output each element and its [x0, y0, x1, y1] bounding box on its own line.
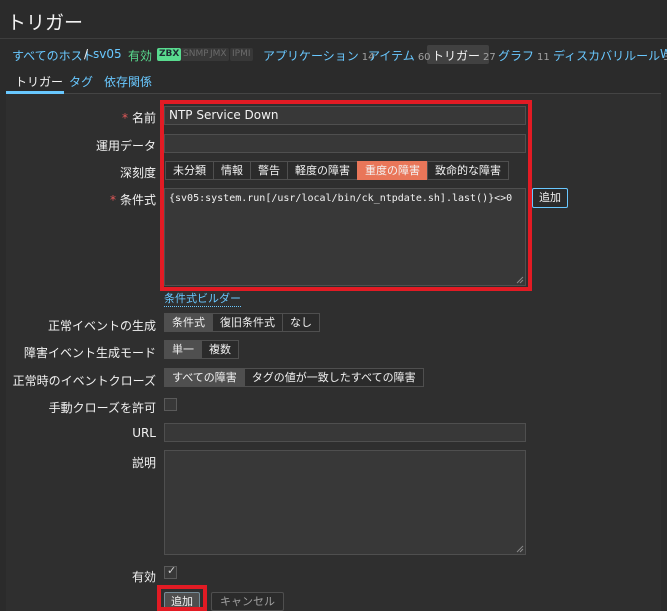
expression-add-button[interactable]: 追加 [532, 188, 568, 208]
ok-event-label: 正常イベントの生成 [47, 319, 156, 333]
url-input[interactable] [164, 423, 526, 442]
severity-information[interactable]: 情報 [213, 161, 251, 180]
name-input[interactable]: NTP Service Down [164, 106, 526, 125]
severity-warning[interactable]: 警告 [250, 161, 288, 180]
header-divider [0, 38, 667, 39]
jmx-availability-badge: JMX [208, 48, 229, 61]
nav-items[interactable]: アイテム 60 [368, 47, 431, 64]
ok-close-label: 正常時のイベントクローズ [12, 374, 156, 388]
description-label: 説明 [131, 456, 156, 470]
nav-graphs-count: 11 [537, 52, 550, 63]
host-navigation: すべてのホスト / sv05 有効 ZBX SNMP JMX IPMI アプリケ… [0, 42, 667, 66]
snmp-availability-badge: SNMP [181, 48, 211, 61]
nav-graphs[interactable]: グラフ 11 [498, 47, 550, 64]
ok-close-selector: すべての障害 タグの値が一致したすべての障害 [164, 368, 424, 387]
submit-add-button[interactable]: 追加 [164, 592, 200, 611]
nav-items-label: アイテム [368, 49, 415, 63]
nav-applications[interactable]: アプリケーション 14 [263, 47, 375, 64]
tab-dependencies[interactable]: 依存関係 [104, 73, 152, 90]
severity-disaster[interactable]: 致命的な障害 [427, 161, 509, 180]
problem-mode-selector: 単一 複数 [164, 340, 239, 359]
ok-close-matching-tags[interactable]: タグの値が一致したすべての障害 [243, 368, 424, 387]
expression-builder-link[interactable]: 条件式ビルダー [164, 290, 241, 307]
resize-handle-icon[interactable] [516, 276, 524, 284]
name-label: * 名前 [122, 109, 156, 126]
manual-close-label: 手動クローズを許可 [48, 401, 156, 415]
severity-label: 深刻度 [119, 166, 156, 180]
severity-average[interactable]: 軽度の障害 [287, 161, 358, 180]
nav-applications-label: アプリケーション [263, 49, 359, 63]
cancel-button[interactable]: キャンセル [211, 592, 284, 611]
problem-mode-single[interactable]: 単一 [164, 340, 202, 359]
ok-event-expression[interactable]: 条件式 [164, 313, 213, 332]
url-label: URL [132, 426, 156, 440]
ok-event-selector: 条件式 復旧条件式 なし [164, 313, 320, 332]
host-status[interactable]: 有効 [128, 47, 152, 64]
ok-close-all-problems[interactable]: すべての障害 [164, 368, 245, 387]
all-hosts-link[interactable]: すべてのホスト [12, 47, 95, 64]
nav-triggers-label: トリガー [432, 49, 481, 63]
opdata-label: 運用データ [95, 139, 156, 153]
opdata-input[interactable] [164, 134, 526, 153]
name-label-text: 名前 [131, 111, 156, 125]
nav-web[interactable]: W [660, 47, 667, 61]
expression-label-text: 条件式 [119, 193, 156, 207]
manual-close-checkbox[interactable] [164, 398, 177, 411]
nav-discovery[interactable]: ディスカバリルール 3 [553, 47, 667, 64]
host-link[interactable]: sv05 [93, 47, 122, 61]
problem-mode-label: 障害イベント生成モード [23, 346, 156, 360]
ok-event-recovery-expression[interactable]: 復旧条件式 [212, 313, 283, 332]
nav-triggers-count: 27 [483, 52, 496, 63]
nav-discovery-label: ディスカバリルール [553, 49, 661, 63]
resize-handle-icon[interactable] [516, 545, 524, 553]
expression-label: * 条件式 [110, 191, 156, 208]
problem-mode-multiple[interactable]: 複数 [201, 340, 239, 359]
severity-not-classified[interactable]: 未分類 [165, 161, 214, 180]
nav-triggers[interactable]: トリガー 27 [432, 47, 496, 64]
severity-high[interactable]: 重度の障害 [357, 161, 428, 180]
page-title: トリガー [7, 12, 84, 34]
expression-textarea[interactable]: {sv05:system.run[/usr/local/bin/ck_ntpda… [164, 188, 526, 286]
tab-tags[interactable]: タグ [69, 73, 93, 90]
required-asterisk: * [109, 193, 116, 207]
enabled-checkbox[interactable]: ✓ [164, 564, 177, 579]
required-asterisk: * [121, 111, 128, 125]
ok-event-none[interactable]: なし [282, 313, 320, 332]
ipmi-availability-badge: IPMI [230, 48, 253, 61]
zbx-availability-badge: ZBX [157, 48, 182, 61]
severity-selector: 未分類 情報 警告 軽度の障害 重度の障害 致命的な障害 [165, 161, 509, 180]
description-textarea[interactable] [164, 450, 526, 555]
breadcrumb-separator: / [84, 47, 89, 61]
nav-items-count: 60 [417, 52, 431, 63]
nav-graphs-label: グラフ [498, 49, 535, 63]
checkmark-icon: ✓ [167, 564, 177, 577]
enabled-label: 有効 [131, 570, 156, 584]
form-tabs: トリガー タグ 依存関係 [6, 70, 661, 94]
tab-trigger[interactable]: トリガー [15, 73, 63, 90]
